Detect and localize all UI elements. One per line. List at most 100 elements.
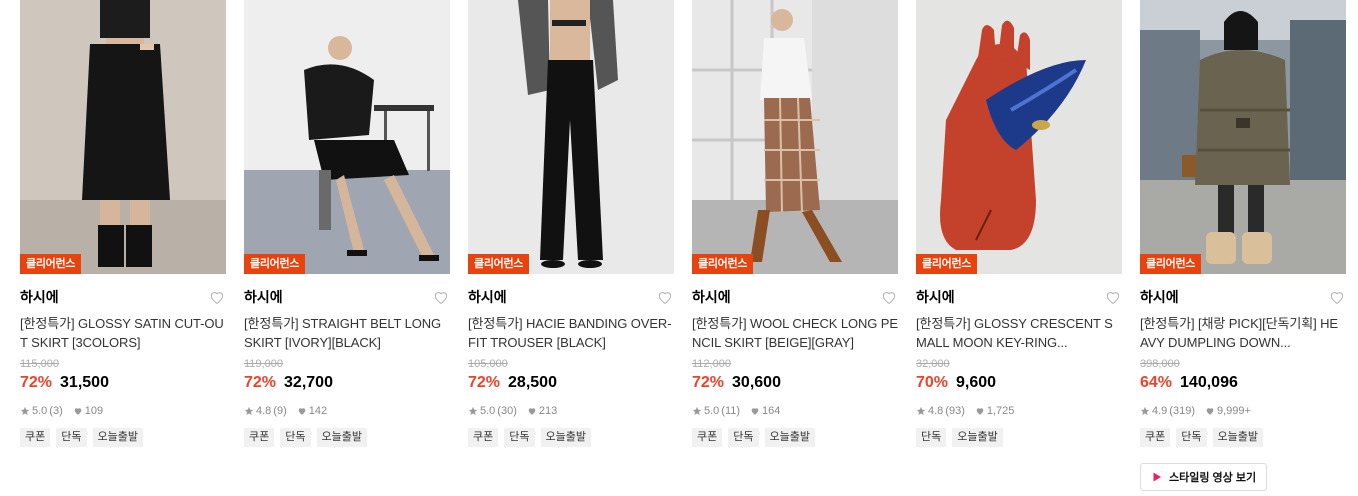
rating: 4.8 [928,405,944,417]
tag-exclusive: 단독 [56,428,87,447]
tag-exclusive: 단독 [280,428,311,447]
heart-icon[interactable] [1104,288,1122,306]
like-count: 109 [84,405,104,417]
styling-video-label: 스타일링 영상 보기 [1169,472,1257,484]
product-card[interactable]: 클리어런스 하시에 [한정특가] GLOSSY SATIN CUT-OUT SK… [20,0,226,491]
heart-filled-icon [528,408,536,415]
heart-filled-icon [976,408,984,415]
heart-filled-icon [298,408,306,415]
clearance-badge: 클리어런스 [244,254,306,274]
product-image[interactable]: 클리어런스 [692,0,898,274]
tag-coupon: 쿠폰 [244,428,275,447]
review-count: (11) [721,405,741,417]
tag-exclusive: 단독 [728,428,759,447]
original-price: 119,000 [244,358,283,370]
heart-filled-icon [751,408,759,415]
brand-name[interactable]: 하시에 [20,287,59,307]
product-card[interactable]: 클리어런스 하시에 [한정특가] GLOSSY CRESCENT SMALL M… [916,0,1122,491]
rating: 5.0 [32,405,48,417]
clearance-badge: 클리어런스 [1140,254,1202,274]
clearance-badge: 클리어런스 [916,254,978,274]
like-count: 9,999+ [1216,405,1251,417]
product-title[interactable]: [한정특가] GLOSSY SATIN CUT-OUT SKIRT [3COLO… [20,314,226,352]
tag-coupon: 쿠폰 [468,428,499,447]
brand-name[interactable]: 하시에 [468,287,507,307]
product-grid: 클리어런스 하시에 [한정특가] GLOSSY SATIN CUT-OUT SK… [20,0,1346,491]
heart-icon[interactable] [432,288,450,306]
original-price: 115,000 [20,358,59,370]
brand-name[interactable]: 하시에 [244,287,283,307]
product-title[interactable]: [한정특가] WOOL CHECK LONG PENCIL SKIRT [BEI… [692,314,898,352]
heart-icon[interactable] [880,288,898,306]
star-icon [20,406,30,415]
review-count: (30) [497,405,517,417]
sale-price: 31,500 [60,374,109,391]
discount-rate: 72% [244,374,277,391]
heart-icon[interactable] [1328,288,1346,306]
tag-coupon: 쿠폰 [1140,428,1171,447]
original-price: 105,000 [468,358,508,370]
review-count: (93) [945,405,965,417]
original-price: 398,000 [1140,358,1180,370]
rating: 4.9 [1152,405,1168,417]
heart-filled-icon [74,408,82,415]
star-icon [916,406,926,415]
like-count: 142 [308,405,328,417]
product-image[interactable]: 클리어런스 [468,0,674,274]
star-icon [244,406,254,415]
product-card[interactable]: 클리어런스 하시에 [한정특가] HACIE BANDING OVER-FIT … [468,0,674,491]
brand-name[interactable]: 하시에 [1140,287,1179,307]
clearance-badge: 클리어런스 [20,254,82,274]
tag-exclusive: 단독 [504,428,535,447]
product-image[interactable]: 클리어런스 [1140,0,1346,274]
product-title[interactable]: [한정특가] HACIE BANDING OVER-FIT TROUSER [B… [468,314,674,352]
tag-coupon: 쿠폰 [692,428,723,447]
rating: 4.8 [256,405,272,417]
tag-ship-today: 오늘출발 [764,428,815,447]
discount-rate: 72% [468,374,501,391]
star-icon [1140,406,1150,415]
heart-filled-icon [1206,408,1214,415]
heart-icon[interactable] [208,288,226,306]
tag-exclusive: 단독 [916,428,947,447]
review-count: (3) [49,405,63,417]
rating: 5.0 [704,405,720,417]
sale-price: 32,700 [284,374,333,391]
like-count: 1,725 [986,405,1015,417]
sale-price: 9,600 [956,374,997,391]
play-icon [1153,472,1161,482]
discount-rate: 72% [20,374,53,391]
review-count: (319) [1169,405,1195,417]
brand-name[interactable]: 하시에 [692,287,731,307]
tag-ship-today: 오늘출발 [1212,428,1263,447]
star-icon [468,406,478,415]
product-image[interactable]: 클리어런스 [244,0,450,274]
like-count: 213 [538,405,558,417]
tag-coupon: 쿠폰 [20,428,51,447]
brand-name[interactable]: 하시에 [916,287,955,307]
product-card[interactable]: 클리어런스 하시에 [한정특가] [채랑 PICK][단독기획] HEAVY D… [1140,0,1346,491]
tag-ship-today: 오늘출발 [316,428,367,447]
star-icon [692,406,702,415]
rating: 5.0 [480,405,496,417]
original-price: 32,000 [916,358,950,370]
original-price: 112,000 [692,358,731,370]
tag-ship-today: 오늘출발 [92,428,143,447]
product-title[interactable]: [한정특가] [채랑 PICK][단독기획] HEAVY DUMPLING DO… [1140,314,1346,352]
sale-price: 140,096 [1180,374,1238,391]
sale-price: 30,600 [732,374,781,391]
like-count: 164 [762,405,781,417]
styling-video-button[interactable]: 스타일링 영상 보기 [1140,463,1268,491]
discount-rate: 64% [1140,374,1173,391]
product-card[interactable]: 클리어런스 하시에 [한정특가] STRAIGHT BELT LONG SKIR… [244,0,450,491]
tag-ship-today: 오늘출발 [540,428,591,447]
product-card[interactable]: 클리어런스 하시에 [한정특가] WOOL CHECK LONG PENCIL … [692,0,898,491]
tag-exclusive: 단독 [1176,428,1207,447]
discount-rate: 72% [692,374,725,391]
product-image[interactable]: 클리어런스 [916,0,1122,274]
product-title[interactable]: [한정특가] STRAIGHT BELT LONG SKIRT [IVORY][… [244,314,450,352]
product-title[interactable]: [한정특가] GLOSSY CRESCENT SMALL MOON KEY-RI… [916,314,1122,352]
heart-icon[interactable] [656,288,674,306]
product-image[interactable]: 클리어런스 [20,0,226,274]
clearance-badge: 클리어런스 [692,254,754,274]
